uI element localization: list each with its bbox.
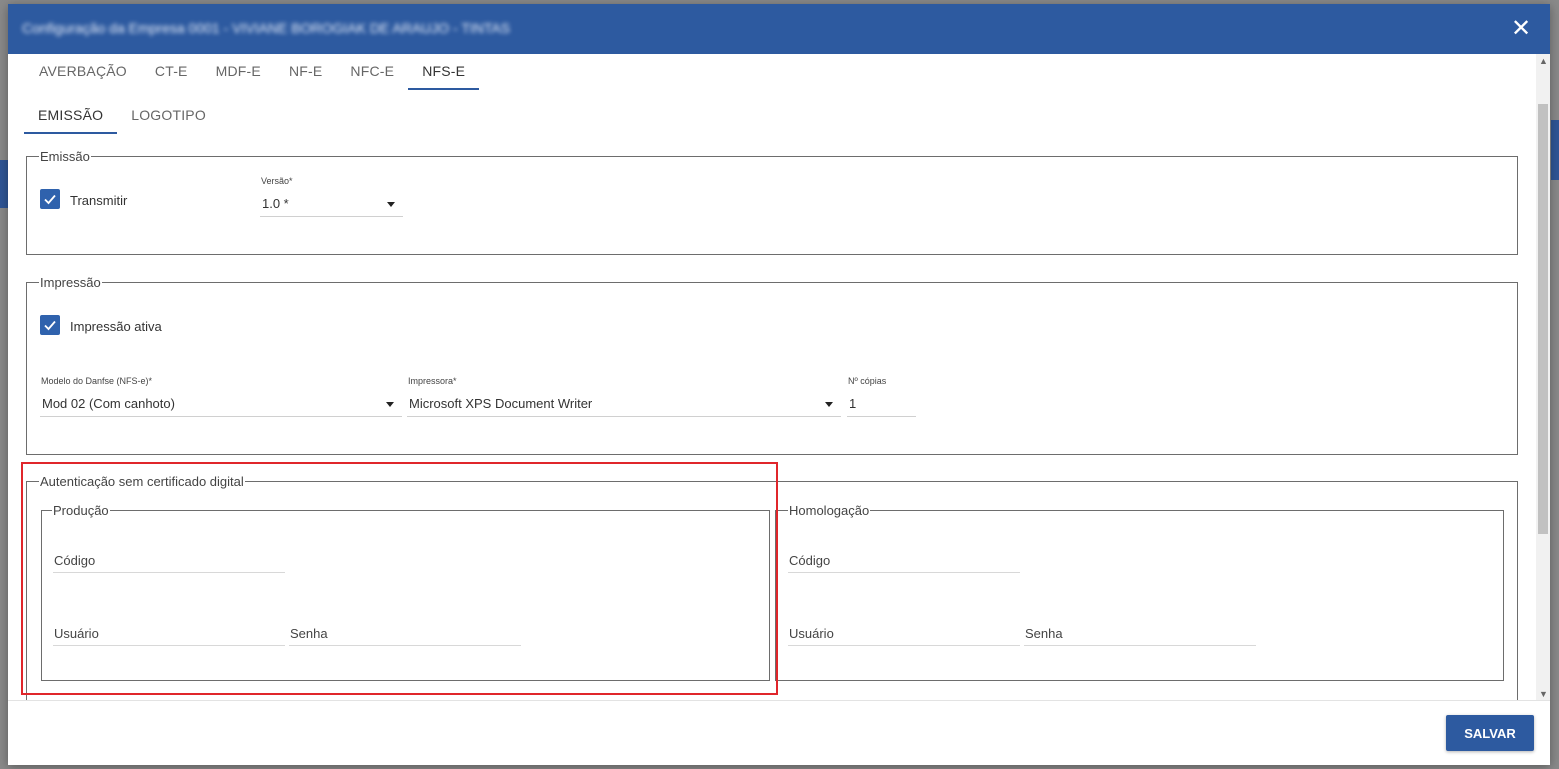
- producao-section: Produção: [41, 503, 770, 681]
- producao-codigo-input[interactable]: [53, 548, 285, 573]
- vertical-scrollbar[interactable]: ▲ ▼: [1536, 54, 1550, 701]
- modelo-select[interactable]: Mod 02 (Com canhoto): [40, 392, 402, 417]
- check-icon: [44, 194, 56, 205]
- modelo-label: Modelo do Danfse (NFS-e)*: [41, 376, 153, 386]
- impressao-ativa-checkbox[interactable]: [40, 315, 60, 335]
- config-dialog: Configuração da Empresa 0001 - VIVIANE B…: [8, 4, 1550, 765]
- background-strip: [0, 160, 8, 208]
- background-strip: [1551, 120, 1559, 180]
- homologacao-usuario-input[interactable]: [788, 621, 1020, 646]
- copias-value: 1: [849, 396, 857, 411]
- homologacao-codigo-input[interactable]: [788, 548, 1020, 573]
- homologacao-section: Homologação: [775, 503, 1504, 681]
- sub-tabs: EMISSÃO LOGOTIPO: [24, 98, 220, 134]
- caret-down-icon: [386, 402, 394, 407]
- tab-averbacao[interactable]: AVERBAÇÃO: [25, 54, 141, 90]
- dialog-title: Configuração da Empresa 0001 - VIVIANE B…: [22, 20, 511, 36]
- caret-down-icon: [387, 202, 395, 207]
- producao-senha-input[interactable]: [289, 621, 521, 646]
- dialog-content: AVERBAÇÃO CT-E MDF-E NF-E NFC-E NFS-E EM…: [8, 54, 1536, 701]
- dialog-titlebar: Configuração da Empresa 0001 - VIVIANE B…: [8, 4, 1550, 54]
- main-tabs: AVERBAÇÃO CT-E MDF-E NF-E NFC-E NFS-E: [25, 54, 480, 90]
- subtab-emissao[interactable]: EMISSÃO: [24, 98, 118, 134]
- copias-label: Nº cópias: [848, 376, 887, 386]
- tab-mdfe[interactable]: MDF-E: [202, 54, 275, 90]
- impressora-label: Impressora*: [408, 376, 457, 386]
- scroll-thumb[interactable]: [1538, 104, 1548, 534]
- close-icon[interactable]: ✕: [1508, 16, 1534, 42]
- versao-label: Versão*: [261, 176, 293, 186]
- check-icon: [44, 320, 56, 331]
- impressao-legend: Impressão: [40, 275, 101, 290]
- producao-usuario-input[interactable]: [53, 621, 285, 646]
- autenticacao-legend: Autenticação sem certificado digital: [40, 474, 244, 489]
- copias-input[interactable]: 1: [847, 392, 916, 417]
- homologacao-legend: Homologação: [789, 503, 870, 518]
- impressao-section: Impressão: [26, 275, 1518, 455]
- homologacao-senha-input[interactable]: [1024, 621, 1256, 646]
- impressora-value: Microsoft XPS Document Writer: [409, 396, 593, 411]
- versao-value: 1.0 *: [262, 196, 289, 211]
- dialog-footer: SALVAR: [8, 700, 1550, 765]
- impressora-select[interactable]: Microsoft XPS Document Writer: [407, 392, 841, 417]
- emissao-legend: Emissão: [40, 149, 90, 164]
- tab-nfce[interactable]: NFC-E: [336, 54, 408, 90]
- tab-nfse[interactable]: NFS-E: [408, 54, 480, 90]
- transmitir-checkbox[interactable]: [40, 189, 60, 209]
- impressao-ativa-label: Impressão ativa: [70, 319, 162, 334]
- scroll-down-icon[interactable]: ▼: [1539, 689, 1548, 699]
- modelo-value: Mod 02 (Com canhoto): [42, 396, 175, 411]
- producao-legend: Produção: [53, 503, 109, 518]
- emissao-section: Emissão: [26, 149, 1518, 255]
- transmitir-label: Transmitir: [70, 193, 128, 208]
- subtab-logotipo[interactable]: LOGOTIPO: [117, 98, 220, 134]
- tab-cte[interactable]: CT-E: [141, 54, 202, 90]
- tab-nfe[interactable]: NF-E: [275, 54, 336, 90]
- caret-down-icon: [825, 402, 833, 407]
- scroll-up-icon[interactable]: ▲: [1539, 56, 1548, 66]
- versao-select[interactable]: 1.0 *: [260, 192, 403, 217]
- save-button[interactable]: SALVAR: [1446, 715, 1534, 751]
